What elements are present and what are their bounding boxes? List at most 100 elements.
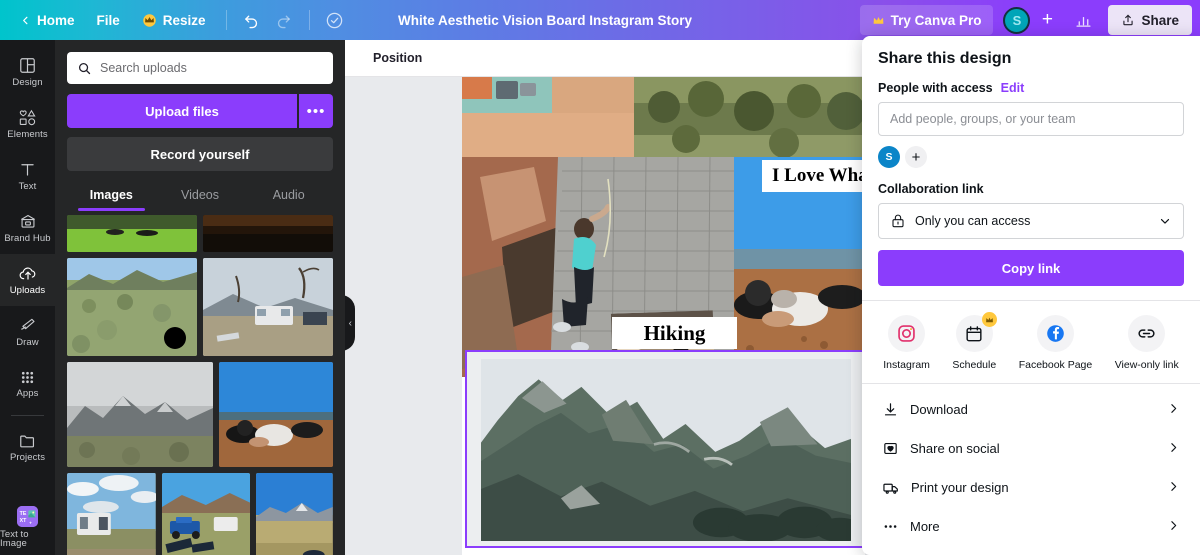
- chevron-right-icon: [1167, 480, 1180, 496]
- search-uploads-box[interactable]: [67, 52, 333, 84]
- people-with-access-row: People with access Edit: [878, 81, 1184, 95]
- menu-item-more[interactable]: More: [878, 507, 1184, 546]
- copy-link-button[interactable]: Copy link: [878, 250, 1184, 286]
- sidebar-item-label: Design: [12, 77, 43, 89]
- sidebar-item-label: Uploads: [9, 285, 46, 297]
- trailer-clouds-thumb[interactable]: [67, 473, 156, 555]
- instagram-icon: [898, 325, 915, 342]
- sidebar-item-draw[interactable]: Draw: [0, 306, 55, 358]
- tab-videos[interactable]: Videos: [156, 181, 245, 209]
- snowy-mountain-thumb[interactable]: [67, 362, 213, 467]
- add-people-field[interactable]: [878, 102, 1184, 136]
- cloud-saved-button[interactable]: [320, 5, 350, 35]
- camper-tree-thumb[interactable]: [203, 258, 333, 356]
- print-truck-icon: [882, 479, 900, 497]
- hiking-text[interactable]: Hiking: [612, 317, 737, 349]
- file-label: File: [96, 12, 120, 28]
- sidebar-item-label: Draw: [16, 337, 39, 349]
- design-page[interactable]: I Love Wha Hiking: [462, 77, 865, 555]
- tab-audio[interactable]: Audio: [244, 181, 333, 209]
- home-label: Home: [37, 12, 75, 28]
- share-dest-view-only-link[interactable]: View-only link: [1115, 315, 1179, 371]
- add-people-input[interactable]: [890, 112, 1172, 126]
- upload-files-button[interactable]: Upload files: [67, 94, 297, 128]
- sidebar-item-apps[interactable]: Apps: [0, 358, 55, 410]
- add-collaborator-button[interactable]: +: [1034, 7, 1060, 33]
- tab-images[interactable]: Images: [67, 181, 156, 211]
- share-dest-instagram[interactable]: Instagram: [883, 315, 930, 371]
- document-title[interactable]: White Aesthetic Vision Board Instagram S…: [388, 8, 702, 33]
- crown-pro-icon: [872, 15, 885, 26]
- search-input[interactable]: [100, 61, 323, 75]
- avatar[interactable]: S: [1003, 6, 1031, 34]
- position-button[interactable]: Position: [365, 45, 430, 71]
- upload-more-button[interactable]: •••: [299, 94, 333, 128]
- undo-button[interactable]: [237, 5, 267, 35]
- sidebar-item-text[interactable]: Text: [0, 150, 55, 202]
- header-right-group: Try Canva Pro S + Share: [859, 0, 1200, 40]
- file-menu-button[interactable]: File: [87, 6, 130, 34]
- sidebar-item-label: Text to Image: [0, 528, 29, 549]
- elements-icon: [18, 108, 38, 127]
- home-button[interactable]: Home: [10, 6, 85, 34]
- text-icon: [18, 160, 37, 179]
- facebook-icon-wrap: [1036, 315, 1074, 352]
- share-panel-title: Share this design: [878, 50, 1012, 67]
- redo-button[interactable]: [269, 5, 299, 35]
- header-left-group: Home File Resize: [0, 0, 350, 40]
- menu-item-share-on-social[interactable]: Share on social: [878, 429, 1184, 468]
- i-love-what-label: I Love Wha: [772, 165, 865, 186]
- bar-chart-icon: [1076, 16, 1091, 27]
- share-dest-schedule[interactable]: Schedule: [952, 312, 997, 371]
- share-dest-facebook-page[interactable]: Facebook Page: [1018, 315, 1093, 371]
- svg-text:TE: TE: [20, 510, 27, 516]
- chevron-left-icon: [20, 15, 31, 26]
- green-field-thumb[interactable]: [67, 215, 197, 252]
- sidebar-item-brand-hub[interactable]: Brand Hub: [0, 202, 55, 254]
- person-avatar[interactable]: S: [878, 146, 900, 168]
- collapse-panel-handle[interactable]: ‹: [345, 295, 355, 351]
- chevron-right-icon: [1167, 402, 1180, 418]
- link-icon: [1138, 329, 1155, 338]
- record-yourself-button[interactable]: Record yourself: [67, 137, 333, 171]
- menu-item-print-your-design[interactable]: Print your design: [878, 468, 1184, 507]
- edit-access-link[interactable]: Edit: [1001, 81, 1025, 95]
- collaboration-link-label: Collaboration link: [878, 182, 984, 196]
- people-with-access-label: People with access: [878, 81, 993, 95]
- share-dest-label: Facebook Page: [1018, 359, 1093, 371]
- rail-divider: [11, 415, 44, 416]
- insights-button[interactable]: [1068, 5, 1098, 35]
- calendar-icon: [966, 325, 982, 341]
- sidebar-item-projects[interactable]: Projects: [0, 421, 55, 473]
- try-canva-pro-button[interactable]: Try Canva Pro: [859, 5, 994, 35]
- svg-text:XT: XT: [20, 517, 28, 523]
- dark-desert-thumb[interactable]: [203, 215, 333, 252]
- access-level-value: Only you can access: [915, 214, 1031, 228]
- chevron-down-icon: [1158, 214, 1172, 228]
- uploads-icon: [18, 264, 38, 283]
- resize-button[interactable]: Resize: [132, 6, 216, 34]
- add-person-button[interactable]: +: [905, 146, 927, 168]
- sidebar-item-design[interactable]: Design: [0, 46, 55, 98]
- sidebar-item-text-to-image[interactable]: TE XT + Text to Image: [0, 501, 55, 553]
- share-dest-label: View-only link: [1114, 359, 1179, 371]
- menu-item-label: Print your design: [911, 480, 1009, 495]
- undo-icon: [245, 15, 258, 28]
- i-love-what-text[interactable]: I Love Wha: [762, 160, 865, 192]
- canva-editor-window: Home File Resize White Aesthetic Vision …: [0, 0, 1200, 555]
- chevron-right-icon: [1167, 519, 1180, 535]
- brand-hub-icon: [18, 212, 38, 231]
- selected-mountain-photo[interactable]: [467, 352, 865, 548]
- share-button[interactable]: Share: [1108, 5, 1192, 35]
- blue-truck-thumb[interactable]: [161, 473, 251, 555]
- uploads-tabs: Images Videos Audio: [67, 181, 333, 211]
- sidebar-item-label: Elements: [7, 129, 48, 141]
- mountain-field-thumb[interactable]: [256, 473, 334, 555]
- sidebar-item-elements[interactable]: Elements: [0, 98, 55, 150]
- desert-hill-thumb[interactable]: [67, 258, 197, 356]
- access-level-select[interactable]: Only you can access: [878, 203, 1184, 239]
- person-resting-thumb[interactable]: [219, 362, 333, 467]
- sidebar-item-uploads[interactable]: Uploads: [0, 254, 55, 306]
- more-dots-icon: [882, 518, 899, 535]
- menu-item-download[interactable]: Download: [878, 390, 1184, 429]
